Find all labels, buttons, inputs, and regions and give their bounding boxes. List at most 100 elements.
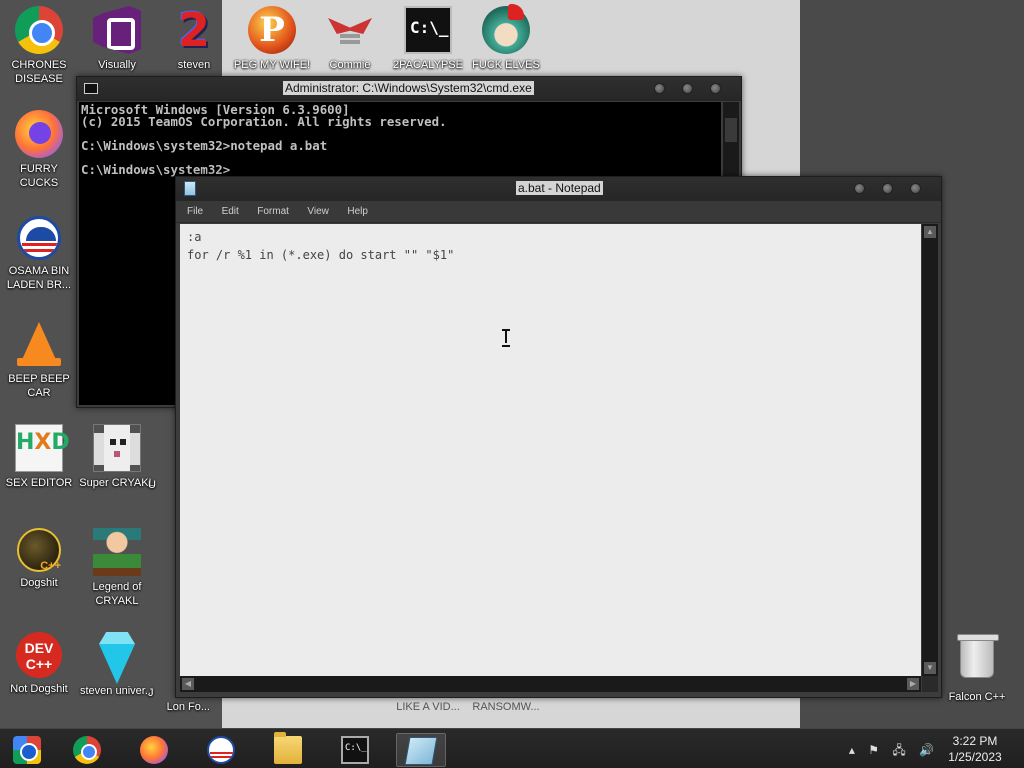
action-center-flag-icon[interactable]: ⚑ [868, 743, 879, 757]
desktop-icon-sex-editor[interactable]: HXD SEX EDITOR [0, 424, 78, 490]
folder-icon [274, 732, 302, 764]
close-button[interactable] [710, 83, 721, 94]
menu-format[interactable]: Format [250, 201, 296, 223]
notepad-titlebar[interactable]: a.bat - Notepad [176, 177, 941, 201]
text-line: for /r %1 in (*.exe) do start "" "$1" [187, 248, 455, 262]
desktop-icon-label: Dogshit [20, 577, 58, 589]
desktop-icon-label: Lon Fo... [166, 701, 210, 713]
recycle-bin-icon [957, 634, 999, 678]
command-prompt-icon: C:\_ [404, 6, 452, 54]
diamond-icon-wrap [93, 632, 141, 684]
taskbar-explorer[interactable] [263, 732, 313, 767]
desktop-icon-steven-universe[interactable]: steven univer... [78, 632, 156, 698]
desktop-icon-partial[interactable]: LIKE A VID... [388, 696, 468, 714]
menu-view[interactable]: View [300, 201, 336, 223]
desktop-icon-super-cryakl[interactable]: Super CRYAKL [78, 424, 156, 490]
vlc-cone-icon [17, 322, 61, 366]
notepad-window-title: a.bat - Notepad [516, 181, 603, 195]
taskbar: C:\_ ▴ ⚑ 🖧 🔊 3:22 PM 1/25/2023 [0, 728, 1024, 768]
desktop-icon-label: OSAMA BIN LADEN BR... [6, 265, 72, 291]
text-line: :a [187, 230, 202, 244]
clock-date: 1/25/2023 [948, 750, 1002, 764]
scroll-up-icon[interactable]: ▲ [924, 226, 936, 238]
desktop-icon-partial[interactable]: Lon Fo... [150, 696, 210, 714]
desktop-icon-chrones-disease[interactable]: CHRONES DISEASE [0, 6, 78, 86]
desktop-icon-legend-of-cryakl[interactable]: Legend of CRYAKL [78, 528, 156, 608]
pixel-dog-icon [93, 424, 141, 472]
command-prompt-icon: C:\_ [341, 736, 369, 764]
minimize-button[interactable] [854, 183, 865, 194]
notepad-vertical-scrollbar[interactable]: ▲ ▼ [922, 224, 938, 676]
notepad-text-area[interactable]: :a for /r %1 in (*.exe) do start "" "$1" [180, 224, 921, 676]
desktop-icon-label: CHRONES DISEASE [11, 59, 67, 85]
close-button[interactable] [910, 183, 921, 194]
notepad-app-icon [184, 181, 196, 196]
menu-edit[interactable]: Edit [215, 201, 246, 223]
cmd-titlebar[interactable]: Administrator: C:\Windows\System32\cmd.e… [77, 77, 741, 101]
scroll-left-icon[interactable]: ◀ [182, 678, 194, 690]
desktop-icon-osama-bin-laden[interactable]: OSAMA BIN LADEN BR... [0, 216, 78, 292]
taskbar-chrome[interactable] [62, 733, 112, 767]
taskbar-firefox[interactable] [129, 733, 179, 767]
clock[interactable]: 3:22 PM 1/25/2023 [940, 733, 1010, 765]
number-two-icon: 2 [177, 3, 210, 57]
recycle-bin-icon-wrap [953, 634, 1001, 686]
notepad-window[interactable]: a.bat - Notepad File Edit Format View He… [175, 176, 942, 698]
firefox-icon [140, 736, 168, 764]
system-tray: ▴ ⚑ 🖧 🔊 [839, 741, 934, 762]
taskbar-obama[interactable] [196, 733, 246, 767]
desktop-icon-recycle-bin[interactable]: Falcon C++ [938, 632, 1016, 704]
desktop-icon-label: Legend of CRYAKL [92, 581, 142, 607]
scroll-down-icon[interactable]: ▼ [924, 662, 936, 674]
desktop-icon-beep-beep-car[interactable]: BEEP BEEP CAR [0, 320, 78, 400]
pixel-hero-icon [93, 528, 141, 576]
start-button[interactable] [2, 733, 52, 767]
maximize-button[interactable] [682, 83, 693, 94]
desktop-icon-label: Falcon C++ [948, 691, 1006, 703]
maximize-button[interactable] [882, 183, 893, 194]
vlc-icon-wrap [15, 320, 63, 368]
taskbar-notepad[interactable] [396, 733, 446, 767]
console-line: (c) 2015 TeamOS Corporation. All rights … [81, 114, 447, 129]
diamond-icon [99, 644, 135, 684]
network-icon[interactable]: 🖧 [892, 741, 905, 762]
desktop-icon-label: SEX EDITOR [5, 477, 73, 489]
desktop-icon-fuck-elves[interactable]: FUCK ELVES [467, 4, 545, 72]
desktop-icon-label: U [148, 479, 156, 491]
eagle-emblem-icon [326, 6, 374, 54]
desktop-icon-furry-cucks[interactable]: FURRY CUCKS [0, 110, 78, 190]
desktop-icon-label: Not Dogshit [10, 683, 68, 695]
desktop-icon-not-dogshit[interactable]: DEV C++ Not Dogshit [0, 632, 78, 696]
start-orb-icon [13, 736, 41, 764]
scroll-right-icon[interactable]: ▶ [907, 678, 919, 690]
desktop-icon-dogshit[interactable]: Dogshit [0, 528, 78, 590]
menu-help[interactable]: Help [340, 201, 375, 223]
desktop-icon-steven[interactable]: 2 steven [155, 6, 233, 72]
show-hidden-icons-icon[interactable]: ▴ [849, 743, 855, 757]
volume-icon[interactable]: 🔊 [919, 743, 934, 757]
desktop-icon-label: Visually [98, 59, 136, 71]
desktop-icon-visually[interactable]: Visually [78, 6, 156, 72]
desktop-icon-peg-my-wife[interactable]: P PEG MY WIFE! [233, 6, 311, 72]
desktop-icon-partial[interactable]: U [148, 474, 178, 492]
menu-file[interactable]: File [180, 201, 210, 223]
desktop-icon-commie[interactable]: Commie [311, 6, 389, 72]
console-line: C:\Windows\system32>notepad a.bat [81, 138, 328, 153]
desktop-icon-label: steven univer... [80, 685, 154, 697]
resize-grip-icon[interactable] [922, 676, 938, 692]
desktop-icon-label: FUCK ELVES [472, 59, 540, 71]
desktop-icon-label: steven [177, 59, 211, 71]
desktop-icon-partial[interactable]: RANSOMW... [466, 696, 546, 714]
firefox-icon [15, 110, 63, 158]
desktop-icon-2pacalypse[interactable]: C:\_ 2PACALYPSE [389, 6, 467, 72]
console-prompt: C:\Windows\system32> [81, 162, 231, 177]
obama-logo-icon [17, 216, 61, 260]
scroll-thumb[interactable] [725, 118, 737, 142]
obama-logo-icon [207, 736, 235, 764]
desktop-icon-label: RANSOMW... [472, 701, 540, 713]
taskbar-cmd[interactable]: C:\_ [330, 733, 380, 767]
minimize-button[interactable] [654, 83, 665, 94]
desktop-icon-label: Super CRYAKL [79, 477, 155, 489]
notepad-horizontal-scrollbar[interactable]: ◀ ▶ [180, 676, 921, 692]
desktop-icon-label: PEG MY WIFE! [233, 59, 311, 71]
